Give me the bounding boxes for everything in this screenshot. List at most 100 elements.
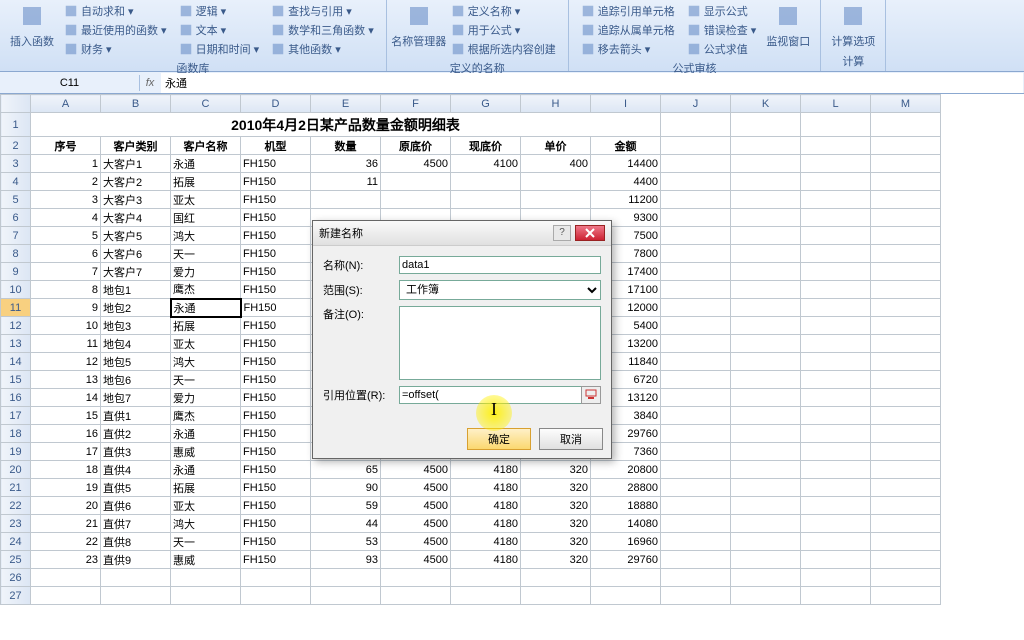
cell[interactable]: 19 bbox=[31, 479, 101, 497]
cell[interactable]: 直供4 bbox=[101, 461, 171, 479]
cell[interactable]: 大客户3 bbox=[101, 191, 171, 209]
cell[interactable] bbox=[311, 191, 381, 209]
cell[interactable]: 永通 bbox=[171, 155, 241, 173]
col-header-I[interactable]: I bbox=[591, 95, 661, 113]
ref-collapse-button[interactable] bbox=[581, 386, 601, 404]
cell[interactable]: 地包7 bbox=[101, 389, 171, 407]
cell[interactable]: 直供1 bbox=[101, 407, 171, 425]
cell[interactable]: 1 bbox=[31, 155, 101, 173]
cell[interactable]: FH150 bbox=[241, 533, 311, 551]
cell[interactable]: 4180 bbox=[451, 497, 521, 515]
cell[interactable]: 天一 bbox=[171, 245, 241, 263]
cell[interactable]: 5 bbox=[31, 227, 101, 245]
cell[interactable] bbox=[101, 569, 171, 587]
row-header[interactable]: 19 bbox=[1, 443, 31, 461]
cell[interactable]: 永通 bbox=[171, 461, 241, 479]
ribbon-其他函数[interactable]: 其他函数 ▾ bbox=[267, 40, 378, 58]
cell[interactable]: 400 bbox=[521, 155, 591, 173]
cell[interactable]: FH150 bbox=[241, 227, 311, 245]
cell[interactable]: 4500 bbox=[381, 497, 451, 515]
cell[interactable]: FH150 bbox=[241, 299, 311, 317]
ribbon-公式求值[interactable]: 公式求值 bbox=[683, 40, 761, 58]
cell[interactable]: FH150 bbox=[241, 245, 311, 263]
row-header[interactable]: 27 bbox=[1, 587, 31, 605]
row-header[interactable]: 6 bbox=[1, 209, 31, 227]
cell[interactable]: 65 bbox=[311, 461, 381, 479]
cell[interactable] bbox=[521, 569, 591, 587]
cell[interactable]: FH150 bbox=[241, 281, 311, 299]
ribbon-查找与引用[interactable]: 查找与引用 ▾ bbox=[267, 2, 378, 20]
cell[interactable]: 18880 bbox=[591, 497, 661, 515]
row-header[interactable]: 1 bbox=[1, 113, 31, 137]
col-header-E[interactable]: E bbox=[311, 95, 381, 113]
cell[interactable] bbox=[31, 569, 101, 587]
cell[interactable] bbox=[381, 569, 451, 587]
cell[interactable]: 14 bbox=[31, 389, 101, 407]
row-header[interactable]: 16 bbox=[1, 389, 31, 407]
cell[interactable] bbox=[591, 569, 661, 587]
col-header-A[interactable]: A bbox=[31, 95, 101, 113]
help-button[interactable]: ? bbox=[553, 225, 571, 241]
ribbon-逻辑[interactable]: 逻辑 ▾ bbox=[175, 2, 264, 20]
ribbon-财务[interactable]: 财务 ▾ bbox=[60, 40, 171, 58]
cell[interactable]: 4180 bbox=[451, 479, 521, 497]
row-header[interactable]: 3 bbox=[1, 155, 31, 173]
ribbon-移去箭头[interactable]: 移去箭头 ▾ bbox=[577, 40, 679, 58]
col-header-D[interactable]: D bbox=[241, 95, 311, 113]
cell[interactable]: FH150 bbox=[241, 173, 311, 191]
cell[interactable]: 13 bbox=[31, 371, 101, 389]
cell[interactable]: 永通 bbox=[171, 425, 241, 443]
col-header-F[interactable]: F bbox=[381, 95, 451, 113]
ribbon-用于公式[interactable]: 用于公式 ▾ bbox=[447, 21, 560, 39]
cell[interactable]: 4500 bbox=[381, 515, 451, 533]
cell[interactable]: 4180 bbox=[451, 515, 521, 533]
ref-input[interactable] bbox=[399, 386, 582, 404]
cell[interactable]: 大客户1 bbox=[101, 155, 171, 173]
ribbon-文本[interactable]: 文本 ▾ bbox=[175, 21, 264, 39]
cell[interactable]: FH150 bbox=[241, 407, 311, 425]
row-header[interactable]: 26 bbox=[1, 569, 31, 587]
cell[interactable]: 22 bbox=[31, 533, 101, 551]
cell[interactable]: 320 bbox=[521, 551, 591, 569]
cell[interactable]: 地包1 bbox=[101, 281, 171, 299]
cell[interactable]: 直供2 bbox=[101, 425, 171, 443]
cell[interactable]: FH150 bbox=[241, 515, 311, 533]
cell[interactable]: 90 bbox=[311, 479, 381, 497]
cell[interactable] bbox=[381, 173, 451, 191]
cell[interactable]: FH150 bbox=[241, 317, 311, 335]
cell[interactable]: 鹰杰 bbox=[171, 407, 241, 425]
cell[interactable]: 亚太 bbox=[171, 191, 241, 209]
cell[interactable]: 9 bbox=[31, 299, 101, 317]
cell[interactable]: 爱力 bbox=[171, 263, 241, 281]
scope-select[interactable]: 工作簿 bbox=[399, 280, 601, 300]
cell[interactable]: 14400 bbox=[591, 155, 661, 173]
cell[interactable]: FH150 bbox=[241, 263, 311, 281]
cell[interactable]: 4400 bbox=[591, 173, 661, 191]
cell[interactable] bbox=[381, 587, 451, 605]
cell[interactable] bbox=[521, 191, 591, 209]
dialog-titlebar[interactable]: 新建名称 ? bbox=[313, 221, 611, 246]
cell[interactable]: FH150 bbox=[241, 191, 311, 209]
cell[interactable]: 永通 bbox=[171, 299, 241, 317]
cell[interactable] bbox=[451, 191, 521, 209]
cell[interactable]: 鸿大 bbox=[171, 227, 241, 245]
col-header-C[interactable]: C bbox=[171, 95, 241, 113]
ribbon-追踪从属单元格[interactable]: 追踪从属单元格 bbox=[577, 21, 679, 39]
cell[interactable] bbox=[591, 587, 661, 605]
row-header[interactable]: 12 bbox=[1, 317, 31, 335]
cell[interactable] bbox=[451, 569, 521, 587]
cell[interactable]: 53 bbox=[311, 533, 381, 551]
ribbon-插入函数[interactable]: 插入函数 bbox=[8, 2, 56, 58]
cell[interactable]: 4500 bbox=[381, 155, 451, 173]
col-header-J[interactable]: J bbox=[661, 95, 731, 113]
cell[interactable]: 29760 bbox=[591, 551, 661, 569]
cell[interactable]: 4500 bbox=[381, 551, 451, 569]
cell[interactable]: 天一 bbox=[171, 533, 241, 551]
row-header[interactable]: 22 bbox=[1, 497, 31, 515]
cell[interactable]: 320 bbox=[521, 479, 591, 497]
row-header[interactable]: 14 bbox=[1, 353, 31, 371]
ribbon-根据所选内容创建[interactable]: 根据所选内容创建 bbox=[447, 40, 560, 58]
ribbon-显示公式[interactable]: 显示公式 bbox=[683, 2, 761, 20]
formula-input[interactable]: 永通 bbox=[161, 73, 1023, 93]
cell[interactable]: 鹰杰 bbox=[171, 281, 241, 299]
